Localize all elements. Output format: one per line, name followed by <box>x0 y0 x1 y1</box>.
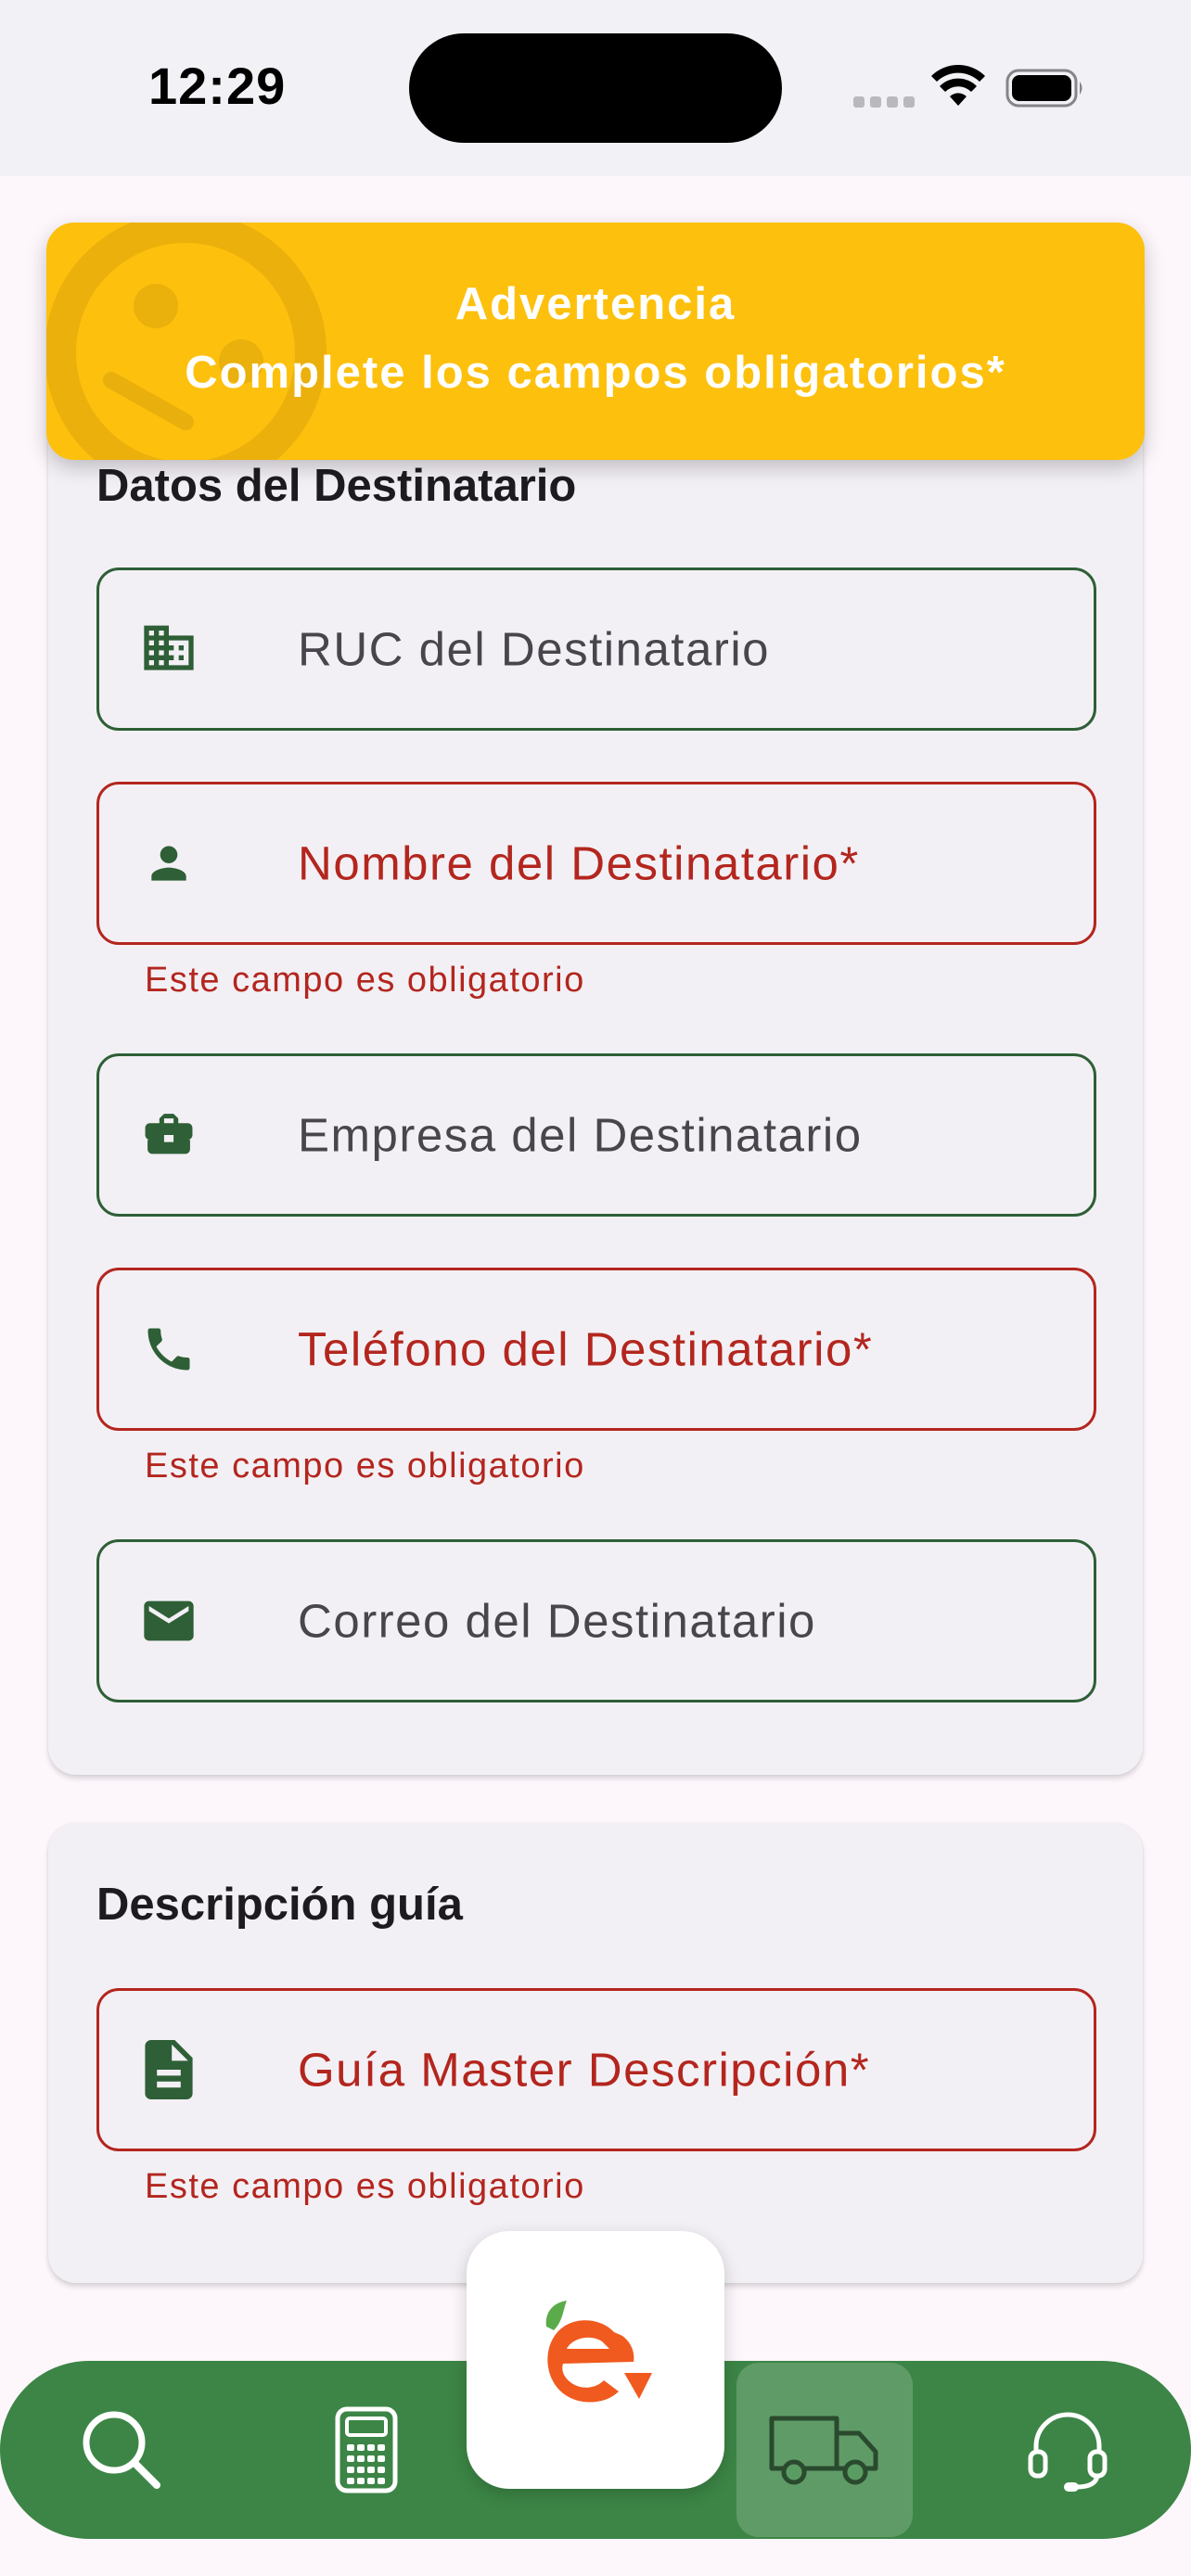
sad-face-icon <box>46 223 327 460</box>
wifi-icon <box>931 65 985 106</box>
battery-icon <box>1005 69 1082 108</box>
guide-description-error: Este campo es obligatorio <box>145 2167 585 2206</box>
briefcase-icon <box>136 1103 201 1167</box>
toast-message: Complete los campos obligatorios* <box>185 348 1006 398</box>
email-field-label: Correo del Destinatario <box>298 1594 816 1648</box>
status-time: 12:29 <box>148 57 287 115</box>
headset-icon <box>1028 2412 1108 2492</box>
business-icon <box>136 617 201 682</box>
nav-search[interactable] <box>33 2361 210 2539</box>
recipient-section-title: Datos del Destinatario <box>96 461 577 511</box>
guide-card: Descripción guía Guía Master Descripción… <box>48 1823 1143 2283</box>
person-icon <box>136 831 201 896</box>
guide-description-label: Guía Master Descripción* <box>298 2043 871 2097</box>
nav-shipments[interactable] <box>736 2361 913 2539</box>
name-field-label: Nombre del Destinatario* <box>298 836 860 890</box>
warning-toast: Advertencia Complete los campos obligato… <box>46 223 1145 460</box>
phone-field-error: Este campo es obligatorio <box>145 1447 585 1486</box>
home-logo-button[interactable] <box>467 2231 724 2489</box>
email-field[interactable]: Correo del Destinatario <box>96 1539 1096 1702</box>
name-field-error: Este campo es obligatorio <box>145 961 585 1000</box>
phone-field[interactable]: Teléfono del Destinatario* <box>96 1268 1096 1431</box>
company-field-label: Empresa del Destinatario <box>298 1108 863 1162</box>
toast-title: Advertencia <box>455 279 736 329</box>
dynamic-island <box>409 33 782 143</box>
nav-calculator[interactable] <box>278 2361 455 2539</box>
company-field[interactable]: Empresa del Destinatario <box>96 1053 1096 1217</box>
ruc-field[interactable]: RUC del Destinatario <box>96 567 1096 731</box>
guide-description-field[interactable]: Guía Master Descripción* <box>96 1988 1096 2151</box>
truck-icon <box>769 2416 878 2485</box>
nav-support[interactable] <box>980 2361 1156 2539</box>
search-icon <box>83 2411 160 2489</box>
phone-field-label: Teléfono del Destinatario* <box>298 1322 874 1376</box>
ruc-field-label: RUC del Destinatario <box>298 622 771 676</box>
status-bar: 12:29 <box>0 0 1191 176</box>
name-field[interactable]: Nombre del Destinatario* <box>96 782 1096 945</box>
mail-icon <box>136 1588 201 1653</box>
cellular-signal-icon <box>853 93 915 108</box>
calculator-icon <box>335 2406 398 2493</box>
phone-icon <box>136 1317 201 1382</box>
app-logo-icon <box>545 2301 652 2403</box>
guide-section-title: Descripción guía <box>96 1880 463 1930</box>
recipient-card: Datos del Destinatario RUC del Destinata… <box>48 278 1143 1775</box>
document-icon <box>136 2037 201 2102</box>
